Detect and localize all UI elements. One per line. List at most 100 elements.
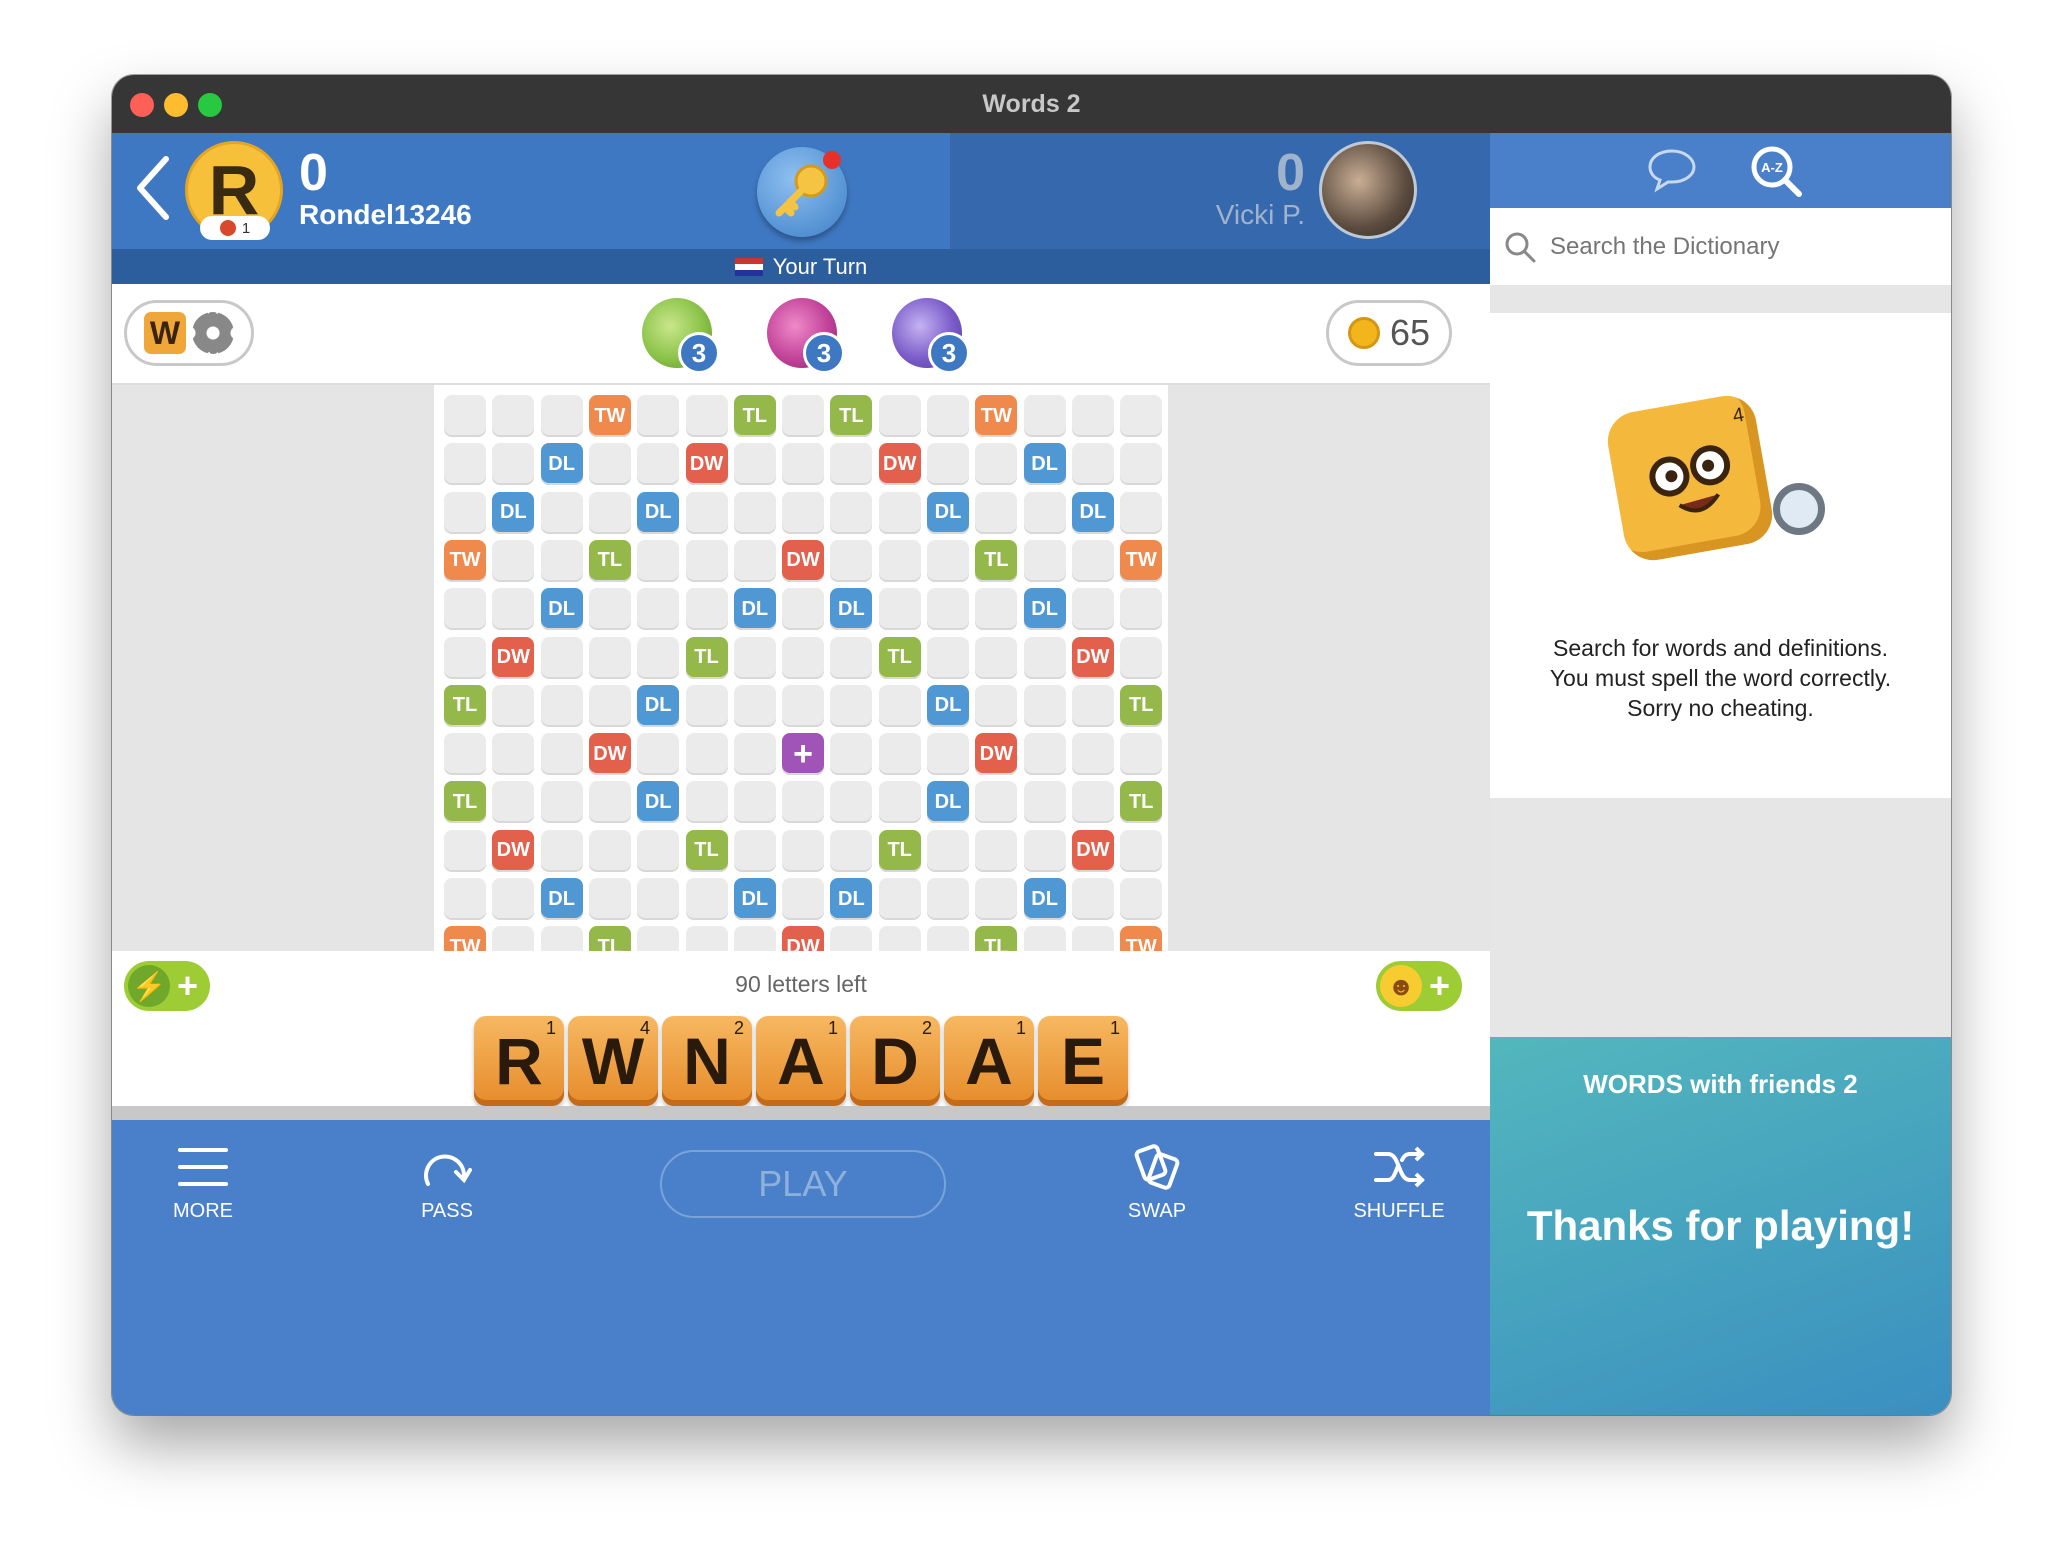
board-cell[interactable]	[878, 395, 921, 437]
board-cell[interactable]	[685, 878, 728, 920]
board-cell[interactable]	[782, 684, 825, 727]
board-bonus-cell[interactable]: DL	[540, 443, 583, 486]
board-cell[interactable]	[927, 636, 969, 679]
rack-tile[interactable]: N2	[662, 1016, 752, 1106]
settings-button[interactable]: W	[124, 300, 254, 366]
rack-tile[interactable]: W4	[568, 1016, 658, 1106]
board-cell[interactable]	[1023, 733, 1066, 776]
board-cell[interactable]	[782, 395, 825, 437]
board-bonus-cell[interactable]: TL	[1120, 781, 1163, 824]
board-cell[interactable]	[540, 491, 583, 534]
board-cell[interactable]	[637, 395, 680, 437]
board-bonus-cell[interactable]: DW	[492, 829, 535, 872]
board-cell[interactable]	[588, 878, 631, 920]
board-cell[interactable]	[733, 829, 776, 872]
board-bonus-cell[interactable]: DL	[1023, 878, 1066, 920]
more-button[interactable]: MORE	[148, 1140, 258, 1223]
board-cell[interactable]	[444, 395, 486, 437]
board-cell[interactable]	[830, 733, 873, 776]
board-cell[interactable]	[1120, 733, 1163, 776]
word-radar-powerup-icon[interactable]: 3	[892, 298, 970, 374]
board-cell[interactable]	[444, 491, 486, 534]
board-cell[interactable]	[444, 829, 486, 872]
board-bonus-cell[interactable]: TW	[444, 539, 486, 582]
board-cell[interactable]	[540, 829, 583, 872]
board-bonus-cell[interactable]: TW	[1120, 539, 1163, 582]
board-bonus-cell[interactable]: TL	[685, 829, 728, 872]
board-cell[interactable]	[975, 491, 1018, 534]
rack-tile[interactable]: D2	[850, 1016, 940, 1106]
pass-button[interactable]: PASS	[392, 1140, 502, 1223]
board-cell[interactable]	[1120, 636, 1163, 679]
board-cell[interactable]	[927, 878, 969, 920]
board-cell[interactable]	[685, 491, 728, 534]
board-cell[interactable]	[1120, 443, 1163, 486]
dictionary-search-icon[interactable]: A-Z	[1748, 143, 1804, 199]
board-cell[interactable]	[1023, 491, 1066, 534]
board-cell[interactable]	[685, 733, 728, 776]
board-cell[interactable]	[975, 781, 1018, 824]
board-cell[interactable]	[637, 443, 680, 486]
board-cell[interactable]	[830, 636, 873, 679]
board-cell[interactable]	[782, 636, 825, 679]
swap-plus-powerup-icon[interactable]: 3	[767, 298, 845, 374]
board-bonus-cell[interactable]: DL	[637, 684, 680, 727]
board-cell[interactable]	[1120, 588, 1163, 631]
coins-button[interactable]: 65	[1326, 300, 1452, 366]
board-cell[interactable]	[1071, 878, 1114, 920]
radar-powerup-icon[interactable]: 3	[642, 298, 720, 374]
board-cell[interactable]	[1120, 829, 1163, 872]
board-bonus-cell[interactable]: TL	[444, 781, 486, 824]
board-cell[interactable]	[733, 443, 776, 486]
board-cell[interactable]	[878, 781, 921, 824]
board-cell[interactable]	[1023, 684, 1066, 727]
board-cell[interactable]	[540, 733, 583, 776]
board-bonus-cell[interactable]: DL	[733, 588, 776, 631]
board-cell[interactable]	[444, 878, 486, 920]
board-cell[interactable]	[540, 684, 583, 727]
board-cell[interactable]	[1023, 636, 1066, 679]
board-bonus-cell[interactable]: DW	[878, 443, 921, 486]
swap-button[interactable]: SWAP	[1102, 1140, 1212, 1223]
board-cell[interactable]	[1071, 395, 1114, 437]
board-cell[interactable]	[782, 443, 825, 486]
board-cell[interactable]	[492, 588, 535, 631]
rack-tile[interactable]: A1	[944, 1016, 1034, 1106]
board-bonus-cell[interactable]: TW	[975, 395, 1018, 437]
board-cell[interactable]	[782, 588, 825, 631]
board-cell[interactable]	[1071, 443, 1114, 486]
board-cell[interactable]	[927, 829, 969, 872]
board-cell[interactable]	[830, 491, 873, 534]
board-cell[interactable]	[637, 878, 680, 920]
board-cell[interactable]	[588, 684, 631, 727]
board-cell[interactable]	[733, 636, 776, 679]
board-cell[interactable]	[927, 539, 969, 582]
ad-banner[interactable]: WORDS with friends 2 Thanks for playing!	[1490, 1037, 1951, 1415]
board-center-cell[interactable]: +	[782, 733, 825, 776]
board-cell[interactable]	[492, 684, 535, 727]
board-cell[interactable]	[1071, 781, 1114, 824]
board-bonus-cell[interactable]: TL	[975, 539, 1018, 582]
board-cell[interactable]	[733, 491, 776, 534]
board-cell[interactable]	[685, 588, 728, 631]
board-cell[interactable]	[1023, 781, 1066, 824]
board-cell[interactable]	[588, 636, 631, 679]
board-cell[interactable]	[878, 684, 921, 727]
rack-tile[interactable]: A1	[756, 1016, 846, 1106]
dictionary-search-input[interactable]	[1550, 232, 1930, 261]
board-cell[interactable]	[975, 878, 1018, 920]
board-cell[interactable]	[878, 878, 921, 920]
back-arrow-icon[interactable]	[132, 153, 174, 223]
board-bonus-cell[interactable]: DL	[927, 781, 969, 824]
board-cell[interactable]	[637, 636, 680, 679]
board-cell[interactable]	[637, 829, 680, 872]
board-cell[interactable]	[637, 733, 680, 776]
board-bonus-cell[interactable]: TL	[878, 636, 921, 679]
board-cell[interactable]	[492, 539, 535, 582]
board-cell[interactable]	[1023, 395, 1066, 437]
board-cell[interactable]	[830, 829, 873, 872]
board-cell[interactable]	[492, 878, 535, 920]
board-cell[interactable]	[782, 829, 825, 872]
board-cell[interactable]	[733, 733, 776, 776]
board-cell[interactable]	[1023, 829, 1066, 872]
